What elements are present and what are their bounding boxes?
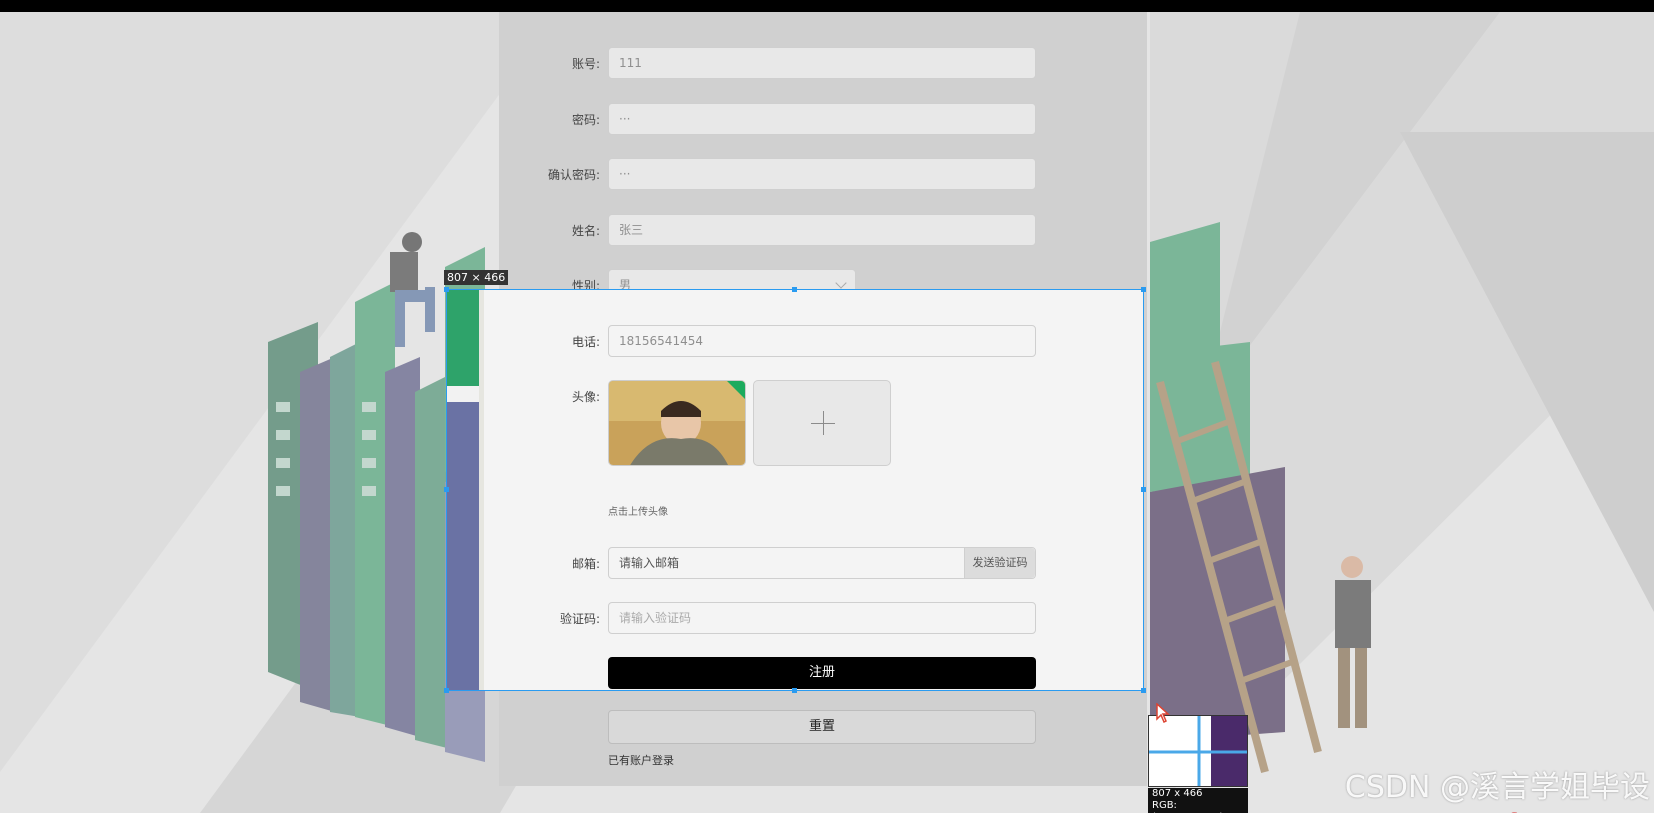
password-label: 密码:: [571, 113, 600, 127]
resize-handle[interactable]: [444, 688, 449, 693]
magnifier-size: 807 x 466: [1152, 788, 1203, 799]
account-label: 账号:: [571, 57, 600, 71]
phone-label: 电话:: [571, 335, 600, 349]
code-input[interactable]: 请输入验证码: [608, 602, 1036, 634]
magnifier-info: 807 x 466 RGB:(255,255,255): [1148, 788, 1248, 813]
resize-handle[interactable]: [1141, 287, 1146, 292]
password-input[interactable]: ···: [608, 103, 1036, 135]
resize-handle[interactable]: [792, 287, 797, 292]
phone-input[interactable]: 18156541454: [608, 325, 1036, 357]
capture-region: 电话: 18156541454 头像: 点击上传头像 邮箱: 请输入邮箱 发送验…: [483, 290, 1144, 690]
resize-handle[interactable]: [1141, 487, 1146, 492]
resize-handle[interactable]: [444, 287, 449, 292]
login-link[interactable]: 已有账户登录: [608, 752, 674, 768]
email-placeholder: 请输入邮箱: [619, 556, 680, 570]
chevron-down-icon: [835, 277, 847, 289]
avatar-thumbnail[interactable]: [608, 380, 746, 466]
avatar-upload-button[interactable]: [753, 380, 891, 466]
watermark: CSDN @溪言学姐毕设: [1344, 770, 1650, 805]
capture-size-badge: 807 × 466: [444, 270, 509, 285]
resize-handle[interactable]: [792, 688, 797, 693]
email-row: 邮箱: 请输入邮箱 发送验证码: [499, 547, 1147, 581]
mouse-cursor-icon: [1156, 703, 1170, 723]
phone-row: 电话: 18156541454: [499, 325, 1147, 359]
code-label: 验证码:: [559, 612, 600, 626]
capture-book-strip: [447, 290, 484, 690]
account-row: 账号: 111: [499, 47, 1147, 81]
name-label: 姓名:: [571, 224, 600, 238]
email-input[interactable]: 请输入邮箱 发送验证码: [608, 547, 1036, 579]
resize-handle[interactable]: [1141, 688, 1146, 693]
magnifier-rgb: RGB:(255,255,255): [1152, 800, 1223, 813]
account-input[interactable]: 111: [608, 47, 1036, 79]
name-row: 姓名: 张三: [499, 214, 1147, 248]
name-input[interactable]: 张三: [608, 214, 1036, 246]
code-row: 验证码: 请输入验证码: [499, 602, 1147, 636]
register-button[interactable]: 注册: [608, 657, 1036, 689]
send-code-button[interactable]: 发送验证码: [964, 548, 1035, 578]
reset-button[interactable]: 重置: [608, 710, 1036, 744]
email-label: 邮箱:: [571, 557, 600, 571]
avatar-label: 头像:: [571, 390, 600, 404]
avatar-image: [609, 381, 745, 465]
password-row: 密码: ···: [499, 103, 1147, 137]
confirm-password-input[interactable]: ···: [608, 158, 1036, 190]
confirm-password-row: 确认密码: ···: [499, 158, 1147, 192]
avatar-row: 头像:: [499, 380, 1147, 466]
resize-handle[interactable]: [444, 487, 449, 492]
confirm-password-label: 确认密码:: [547, 168, 600, 182]
capture-magnifier: [1148, 715, 1248, 787]
avatar-hint: 点击上传头像: [608, 507, 668, 518]
